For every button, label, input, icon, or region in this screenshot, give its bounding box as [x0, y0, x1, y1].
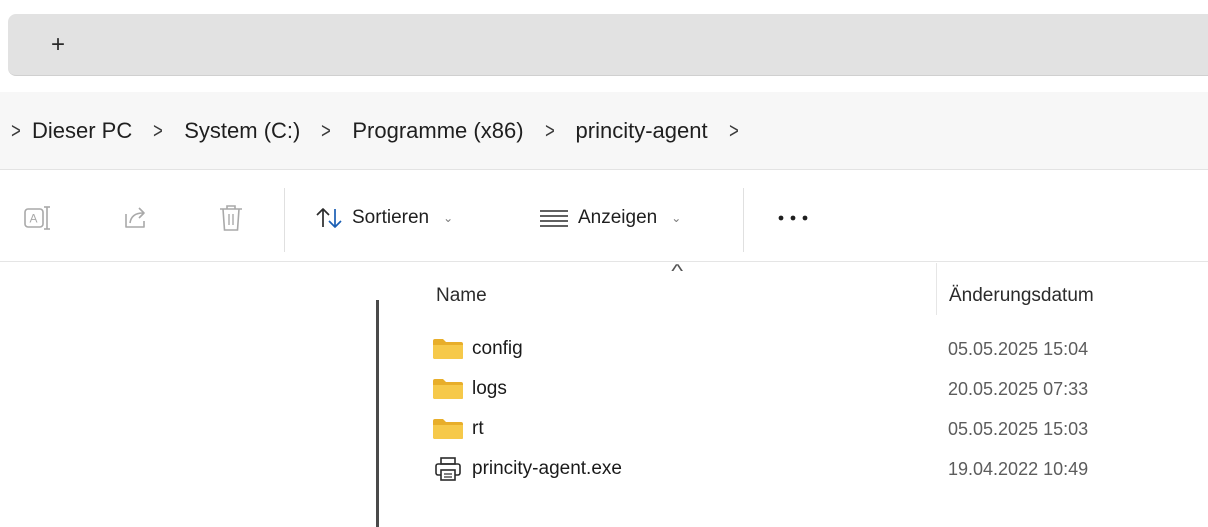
tab-strip: +	[8, 14, 1208, 76]
folder-icon	[433, 419, 463, 439]
toolbar-divider	[743, 188, 744, 252]
navigation-pane	[0, 263, 398, 527]
file-name: config	[472, 338, 523, 359]
column-header-modified[interactable]: Änderungsdatum	[949, 279, 1094, 313]
new-tab-button[interactable]: +	[38, 28, 78, 62]
plus-icon: +	[50, 31, 65, 58]
chevron-right-icon[interactable]: >	[142, 118, 175, 144]
more-options-button[interactable]	[773, 200, 813, 236]
sort-ascending-icon: ^	[671, 261, 684, 281]
view-label: Anzeigen	[578, 207, 658, 228]
column-separator[interactable]	[936, 263, 937, 315]
delete-button[interactable]	[215, 202, 247, 234]
svg-text:A: A	[30, 212, 38, 226]
chevron-right-icon[interactable]: >	[717, 118, 750, 144]
folder-icon	[433, 379, 463, 399]
sort-icon	[316, 208, 342, 228]
chevron-down-icon: ⌄	[443, 211, 454, 225]
sort-button[interactable]: Sortieren ⌄	[314, 200, 453, 236]
command-bar: A Sortieren ⌄ Anzeigen ⌄	[0, 172, 1208, 262]
application-icon	[435, 457, 461, 481]
share-button[interactable]	[120, 202, 152, 234]
file-name: logs	[472, 378, 507, 399]
column-header-name[interactable]: Name	[436, 279, 487, 313]
chevron-right-icon[interactable]: >	[310, 118, 343, 144]
breadcrumb-item-princity-agent[interactable]: princity-agent	[572, 112, 712, 150]
folder-icon	[433, 339, 463, 359]
date-modified: 05.05.2025 15:04	[948, 338, 1089, 359]
chevron-right-icon[interactable]: >	[7, 118, 25, 144]
title-bar: +	[0, 0, 1208, 92]
breadcrumb-item-system-c[interactable]: System (C:)	[180, 112, 304, 150]
rename-icon: A	[24, 206, 50, 230]
breadcrumb-item-programme-x86[interactable]: Programme (x86)	[348, 112, 527, 150]
sort-label: Sortieren	[352, 207, 430, 228]
toolbar-divider	[284, 188, 285, 252]
share-icon	[125, 207, 145, 228]
list-item[interactable]: princity-agent.exe 19.04.2022 10:49	[432, 449, 1172, 489]
navigation-pane-scrollbar[interactable]	[376, 300, 379, 527]
chevron-right-icon[interactable]: >	[533, 118, 566, 144]
date-modified: 05.05.2025 15:03	[948, 418, 1089, 439]
file-name: princity-agent.exe	[472, 458, 622, 479]
file-list: ^ Name Änderungsdatum config 05.05.2025 …	[398, 261, 1208, 527]
trash-icon	[220, 205, 242, 231]
chevron-down-icon: ⌄	[671, 211, 682, 225]
rename-button[interactable]: A	[22, 202, 54, 234]
file-name: rt	[472, 418, 484, 439]
list-item[interactable]: logs 20.05.2025 07:33	[432, 369, 1172, 409]
more-icon	[778, 215, 808, 221]
date-modified: 20.05.2025 07:33	[948, 378, 1089, 399]
date-modified: 19.04.2022 10:49	[948, 458, 1089, 479]
breadcrumb: > Dieser PC > System (C:) > Programme (x…	[0, 92, 1208, 170]
view-button[interactable]: Anzeigen ⌄	[538, 200, 681, 236]
list-item[interactable]: config 05.05.2025 15:04	[432, 329, 1172, 369]
breadcrumb-item-dieser-pc[interactable]: Dieser PC	[28, 112, 136, 150]
view-list-icon	[540, 210, 568, 227]
list-item[interactable]: rt 05.05.2025 15:03	[432, 409, 1172, 449]
